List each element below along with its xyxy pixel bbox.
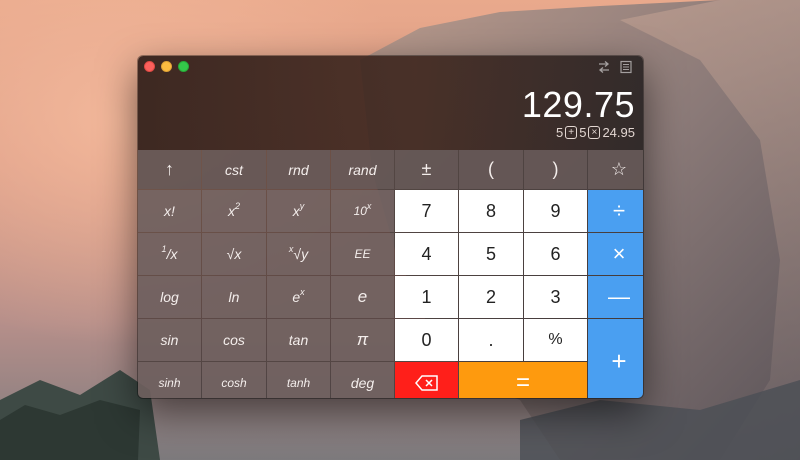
factorial-key[interactable]: x!: [138, 190, 201, 232]
zoom-button[interactable]: [178, 61, 189, 72]
operand: 5: [579, 125, 587, 140]
shift-key[interactable]: ↑: [138, 150, 201, 189]
square-key[interactable]: x2: [202, 190, 266, 232]
degree-mode-key[interactable]: deg: [331, 362, 394, 398]
reciprocal-numerator: 1: [161, 244, 167, 254]
sin-key[interactable]: sin: [138, 319, 201, 361]
paper-tape-icon[interactable]: [619, 60, 633, 74]
digit-4-key[interactable]: 4: [395, 233, 458, 275]
digit-9-key[interactable]: 9: [524, 190, 587, 232]
swap-icon[interactable]: [597, 60, 611, 74]
operand: 24.95: [602, 125, 635, 140]
plus-op-box: +: [565, 126, 578, 139]
tan-key[interactable]: tan: [267, 319, 330, 361]
square-exponent: 2: [234, 201, 240, 211]
close-button[interactable]: [144, 61, 155, 72]
reciprocal-denominator: /x: [166, 246, 178, 262]
result-display: 129.75: [521, 84, 635, 125]
square-base: x: [227, 203, 235, 219]
digit-7-key[interactable]: 7: [395, 190, 458, 232]
ln-key[interactable]: ln: [202, 276, 266, 318]
power-base: x: [292, 203, 300, 219]
e-base: e: [292, 289, 301, 305]
e-power-key[interactable]: ex: [267, 276, 330, 318]
cos-key[interactable]: cos: [202, 319, 266, 361]
divide-key[interactable]: ÷: [588, 190, 643, 232]
keypad: ↑ cst rnd rand ± ( ) ☆ x! x2 xy 10 x 7 8 …: [138, 150, 643, 398]
euler-key[interactable]: e: [331, 276, 394, 318]
digit-0-key[interactable]: 0: [395, 319, 458, 361]
minimize-button[interactable]: [161, 61, 172, 72]
power-key[interactable]: xy: [267, 190, 330, 232]
nth-root-key[interactable]: x √y: [267, 233, 330, 275]
constants-key[interactable]: cst: [202, 150, 266, 189]
tanh-key[interactable]: tanh: [267, 362, 330, 398]
operand: 5: [555, 125, 564, 140]
root-radicand: √y: [293, 246, 309, 262]
e-exponent: x: [300, 287, 305, 297]
digit-3-key[interactable]: 3: [524, 276, 587, 318]
digit-1-key[interactable]: 1: [395, 276, 458, 318]
plus-key[interactable]: +: [588, 319, 643, 398]
digit-8-key[interactable]: 8: [459, 190, 523, 232]
right-paren-key[interactable]: ): [524, 150, 587, 189]
window-controls: [144, 61, 189, 72]
left-paren-key[interactable]: (: [459, 150, 523, 189]
multiply-op-box: ×: [588, 126, 601, 139]
digit-5-key[interactable]: 5: [459, 233, 523, 275]
delete-key[interactable]: [395, 362, 458, 398]
calculator-window: 129.75 5 + 5 × 24.95 ↑ cst rnd rand ± ( …: [138, 56, 643, 398]
log-key[interactable]: log: [138, 276, 201, 318]
reciprocal-key[interactable]: 1/x: [138, 233, 201, 275]
decimal-key[interactable]: .: [459, 319, 523, 361]
equals-key[interactable]: =: [459, 362, 587, 398]
star-icon: ☆: [610, 159, 628, 179]
multiply-key[interactable]: ×: [588, 233, 643, 275]
ten-exponent: x: [366, 201, 372, 211]
round-key[interactable]: rnd: [267, 150, 330, 189]
cosh-key[interactable]: cosh: [202, 362, 266, 398]
toolbar-icons: [597, 60, 633, 74]
ten-power-key[interactable]: 10 x: [331, 190, 394, 232]
percent-key[interactable]: %: [524, 319, 587, 361]
minus-key[interactable]: —: [588, 276, 643, 318]
root-index: x: [288, 244, 294, 254]
digit-2-key[interactable]: 2: [459, 276, 523, 318]
expression-display: 5 + 5 × 24.95: [556, 125, 635, 140]
power-exponent: y: [299, 201, 305, 211]
display-panel: 129.75 5 + 5 × 24.95: [138, 56, 643, 150]
plus-minus-key[interactable]: ±: [395, 150, 458, 189]
ten-base: 10: [353, 204, 367, 218]
exponent-key[interactable]: EE: [331, 233, 394, 275]
digit-6-key[interactable]: 6: [524, 233, 587, 275]
backspace-icon: [414, 374, 438, 391]
favorite-key[interactable]: ☆: [588, 150, 643, 189]
square-root-key[interactable]: √x: [202, 233, 266, 275]
sinh-key[interactable]: sinh: [138, 362, 201, 398]
pi-key[interactable]: π: [331, 319, 394, 361]
random-key[interactable]: rand: [331, 150, 394, 189]
